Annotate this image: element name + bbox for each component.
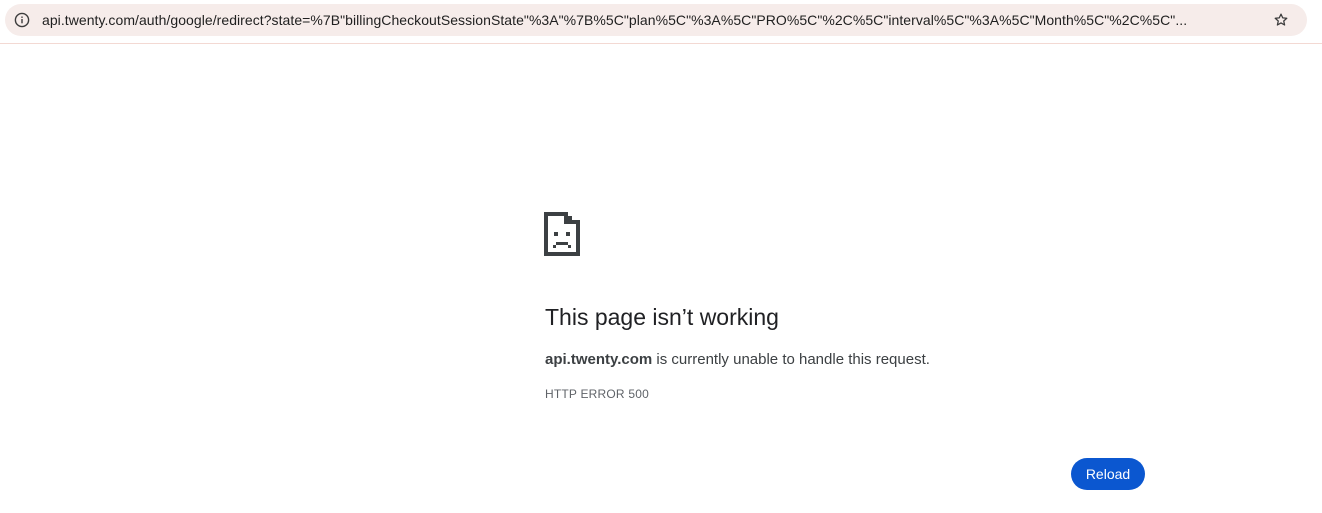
error-code: HTTP ERROR 500	[545, 387, 649, 401]
browser-toolbar: api.twenty.com/auth/google/redirect?stat…	[0, 0, 1322, 44]
error-title: This page isn’t working	[545, 304, 779, 330]
bookmark-star-icon[interactable]	[1271, 10, 1291, 30]
address-bar[interactable]: api.twenty.com/auth/google/redirect?stat…	[5, 4, 1307, 36]
error-description: api.twenty.com is currently unable to ha…	[545, 350, 930, 370]
info-icon[interactable]	[12, 10, 32, 30]
reload-button[interactable]: Reload	[1071, 458, 1145, 490]
error-host: api.twenty.com	[545, 351, 653, 368]
url-text[interactable]: api.twenty.com/auth/google/redirect?stat…	[42, 12, 1264, 28]
sad-document-icon	[544, 212, 580, 256]
error-description-suffix: is currently unable to handle this reque…	[652, 351, 930, 368]
